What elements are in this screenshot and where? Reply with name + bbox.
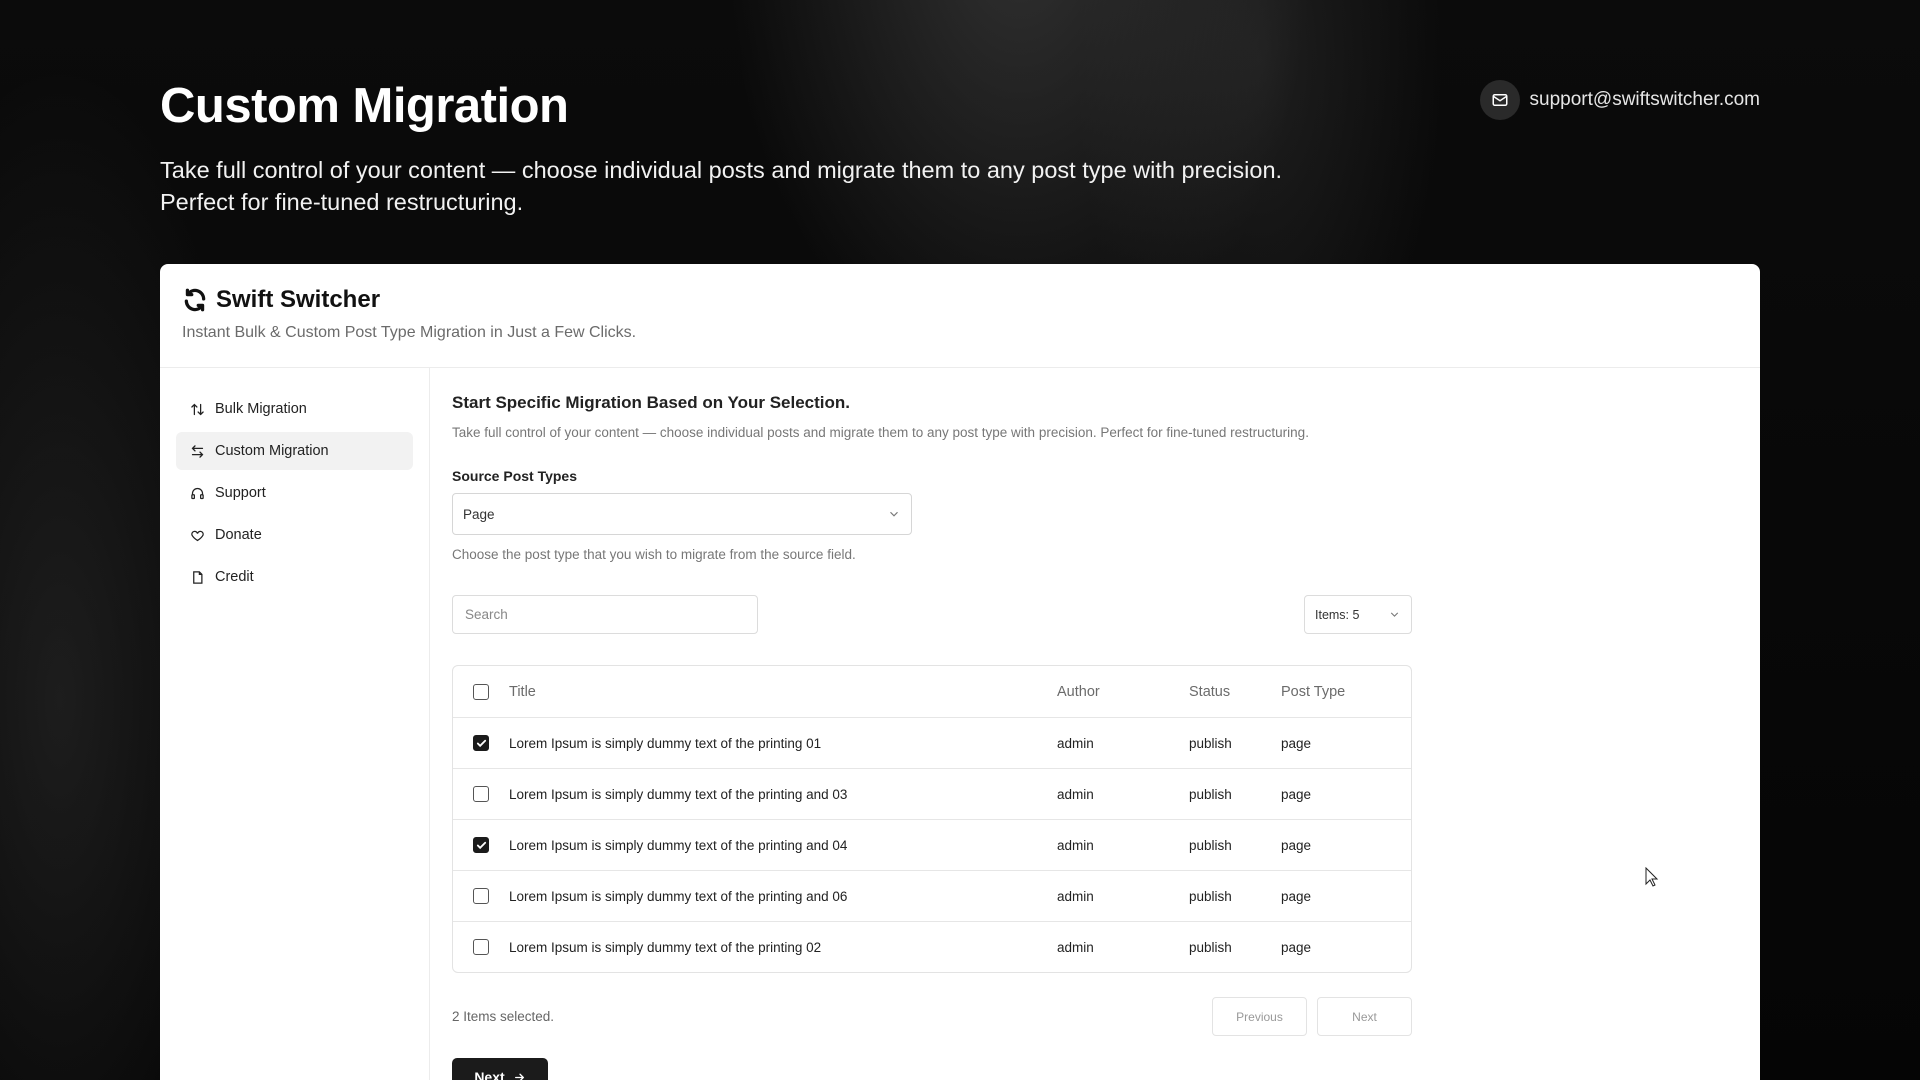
search-input[interactable]: [452, 595, 758, 634]
chevron-down-icon: [1390, 612, 1399, 617]
refresh-logo-icon: [184, 288, 206, 312]
items-per-page-select[interactable]: Items: 5: [1304, 595, 1412, 634]
source-post-types-label: Source Post Types: [452, 468, 578, 484]
row-post-type: page: [1281, 786, 1312, 802]
mail-icon: [1479, 80, 1520, 120]
page-description: Take full control of your content — choo…: [160, 154, 1460, 218]
sidebar-item-bulk-migration[interactable]: Bulk Migration: [176, 390, 413, 428]
row-status: publish: [1189, 837, 1232, 853]
file-icon: [193, 570, 203, 584]
source-post-types-select[interactable]: Page: [452, 493, 912, 535]
next-step-label: Next: [474, 1069, 505, 1080]
main-content: Start Specific Migration Based on Your S…: [452, 368, 1412, 1080]
column-header-post-type[interactable]: Post Type: [1281, 684, 1411, 700]
table-row[interactable]: Lorem Ipsum is simply dummy text of the …: [453, 921, 1411, 972]
items-per-page-value: Items: 5: [1315, 607, 1360, 622]
brand: Swift Switcher: [182, 286, 1760, 314]
table-row[interactable]: Lorem Ipsum is simply dummy text of the …: [453, 819, 1411, 870]
row-status: publish: [1189, 888, 1232, 904]
row-title: Lorem Ipsum is simply dummy text of the …: [509, 837, 848, 853]
brand-tagline: Instant Bulk & Custom Post Type Migratio…: [182, 324, 637, 341]
table-row[interactable]: Lorem Ipsum is simply dummy text of the …: [453, 768, 1411, 819]
next-step-button[interactable]: Next: [452, 1058, 548, 1080]
row-post-type: page: [1281, 837, 1312, 853]
headphones-icon: [191, 487, 204, 499]
sidebar-item-donate[interactable]: Donate: [176, 516, 413, 554]
column-header-status[interactable]: Status: [1189, 684, 1281, 700]
check-icon: [476, 841, 486, 849]
row-checkbox[interactable]: [473, 837, 489, 853]
row-checkbox[interactable]: [473, 786, 489, 802]
arrow-right-icon: [514, 1073, 524, 1080]
row-title: Lorem Ipsum is simply dummy text of the …: [509, 888, 848, 904]
page-description-line-2: Perfect for fine-tuned restructuring.: [160, 189, 524, 215]
page-description-line-1: Take full control of your content — choo…: [160, 157, 1283, 183]
check-icon: [476, 739, 486, 747]
table-header-row: Title Author Status Post Type: [453, 666, 1411, 717]
support-email-link[interactable]: support@swiftswitcher.com: [1479, 80, 1760, 120]
sidebar-item-label: Support: [215, 485, 266, 501]
row-author: admin: [1057, 837, 1094, 853]
app-header: Swift Switcher Instant Bulk & Custom Pos…: [160, 264, 1760, 368]
column-header-author[interactable]: Author: [1057, 684, 1189, 700]
row-post-type: page: [1281, 735, 1312, 751]
pagination: Previous Next: [1212, 997, 1412, 1036]
page-title: Custom Migration: [160, 79, 569, 133]
row-title: Lorem Ipsum is simply dummy text of the …: [509, 735, 822, 751]
sidebar-item-label: Donate: [215, 527, 262, 543]
next-page-button[interactable]: Next: [1317, 997, 1412, 1036]
support-email-text: support@swiftswitcher.com: [1529, 89, 1760, 110]
sidebar-item-label: Custom Migration: [215, 443, 329, 459]
app-card: Swift Switcher Instant Bulk & Custom Pos…: [160, 264, 1760, 1080]
mouse-cursor-icon: [1645, 867, 1659, 887]
row-post-type: page: [1281, 939, 1312, 955]
row-status: publish: [1189, 786, 1232, 802]
select-all-checkbox[interactable]: [473, 683, 489, 700]
table-toolbar: Items: 5: [452, 595, 1412, 634]
sidebar-item-label: Credit: [215, 569, 254, 585]
source-post-types-value: Page: [463, 506, 495, 522]
previous-page-button[interactable]: Previous: [1212, 997, 1307, 1036]
sidebar-item-support[interactable]: Support: [176, 474, 413, 512]
row-title: Lorem Ipsum is simply dummy text of the …: [509, 786, 848, 802]
section-title: Start Specific Migration Based on Your S…: [452, 393, 851, 412]
row-status: publish: [1189, 735, 1232, 751]
table-footer: 2 Items selected. Previous Next: [452, 997, 1412, 1036]
arrows-left-right-icon: [191, 444, 204, 458]
row-checkbox[interactable]: [473, 888, 489, 904]
sidebar-item-credit[interactable]: Credit: [176, 558, 413, 596]
hero: Custom Migration Take full control of yo…: [160, 78, 1460, 218]
chevron-down-icon: [890, 511, 898, 517]
source-help-text: Choose the post type that you wish to mi…: [452, 547, 856, 562]
sidebar-item-custom-migration[interactable]: Custom Migration: [176, 432, 413, 470]
row-author: admin: [1057, 786, 1094, 802]
arrows-up-down-icon: [191, 403, 204, 415]
table-body: Lorem Ipsum is simply dummy text of the …: [453, 717, 1411, 972]
posts-table: Title Author Status Post Type Lorem Ipsu…: [452, 665, 1412, 973]
row-author: admin: [1057, 888, 1094, 904]
row-post-type: page: [1281, 888, 1312, 904]
selected-count: 2 Items selected.: [452, 1009, 555, 1024]
row-author: admin: [1057, 735, 1094, 751]
table-row[interactable]: Lorem Ipsum is simply dummy text of the …: [453, 717, 1411, 768]
row-checkbox[interactable]: [473, 939, 489, 955]
sidebar-item-label: Bulk Migration: [215, 401, 307, 417]
row-author: admin: [1057, 939, 1094, 955]
row-title: Lorem Ipsum is simply dummy text of the …: [509, 939, 822, 955]
column-header-title[interactable]: Title: [509, 684, 1057, 700]
section-description: Take full control of your content — choo…: [452, 425, 1309, 440]
brand-name: Swift Switcher: [216, 286, 381, 313]
row-status: publish: [1189, 939, 1232, 955]
sidebar: Bulk Migration Custom Migration Support …: [160, 368, 430, 1080]
heart-icon: [191, 530, 204, 541]
row-checkbox[interactable]: [473, 735, 489, 751]
table-row[interactable]: Lorem Ipsum is simply dummy text of the …: [453, 870, 1411, 921]
